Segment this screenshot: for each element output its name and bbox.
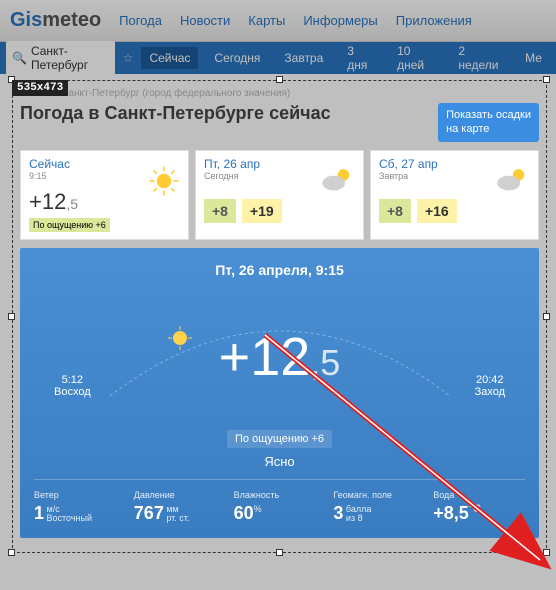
search-input[interactable]: 🔍 Санкт-Петербург <box>6 41 115 75</box>
nav-weather[interactable]: Погода <box>119 13 162 28</box>
tab-tomorrow[interactable]: Завтра <box>276 47 331 69</box>
tab-today[interactable]: Сегодня <box>206 47 268 69</box>
nav-maps[interactable]: Карты <box>248 13 285 28</box>
nav-news[interactable]: Новости <box>180 13 230 28</box>
search-bar: 🔍 Санкт-Петербург ☆ Сейчас Сегодня Завтр… <box>0 42 556 74</box>
top-header: Gismeteo Погода Новости Карты Информеры … <box>0 0 556 42</box>
tab-month[interactable]: Ме <box>517 47 550 69</box>
tab-10days[interactable]: 10 дней <box>389 40 442 76</box>
nav-informers[interactable]: Информеры <box>303 13 377 28</box>
resize-handle[interactable] <box>8 549 15 556</box>
tab-2weeks[interactable]: 2 недели <box>450 40 509 76</box>
logo[interactable]: Gismeteo <box>10 9 101 32</box>
resize-handle[interactable] <box>276 549 283 556</box>
resize-handle[interactable] <box>543 549 550 556</box>
selection-rect[interactable] <box>12 80 547 553</box>
resize-handle[interactable] <box>276 76 283 83</box>
resize-handle[interactable] <box>543 76 550 83</box>
resize-handle[interactable] <box>543 313 550 320</box>
favorite-icon[interactable]: ☆ <box>123 51 134 65</box>
size-label: 535x473 <box>12 80 68 96</box>
tab-now[interactable]: Сейчас <box>141 47 198 69</box>
search-icon: 🔍 <box>12 51 27 65</box>
search-city: Санкт-Петербург <box>31 44 109 72</box>
resize-handle[interactable] <box>8 313 15 320</box>
tab-3days[interactable]: 3 дня <box>339 40 381 76</box>
nav-apps[interactable]: Приложения <box>396 13 472 28</box>
